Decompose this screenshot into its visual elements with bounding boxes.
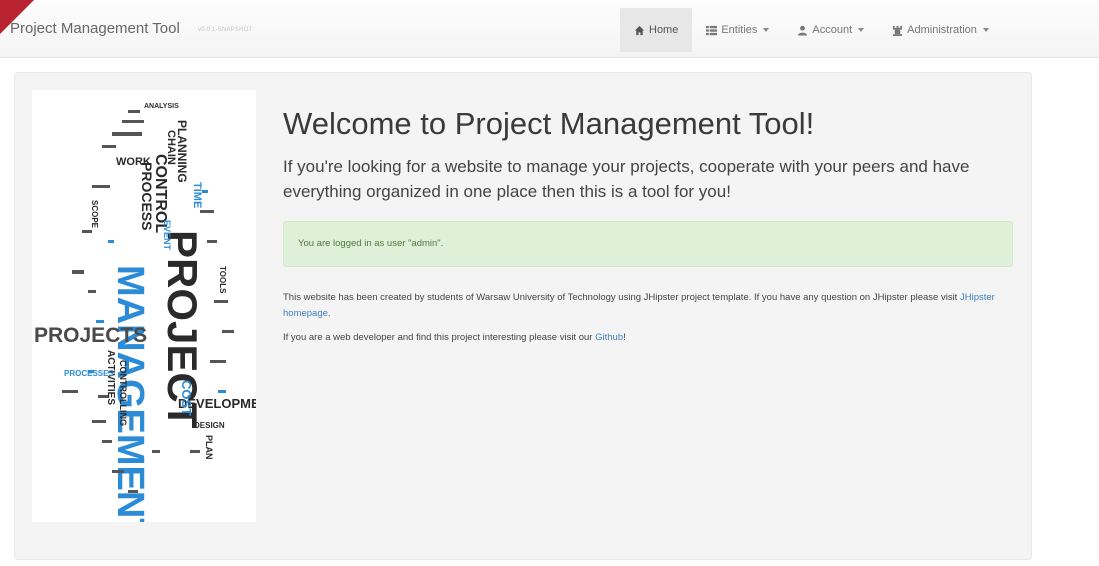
lead-text: If you're looking for a website to manag… — [283, 157, 970, 201]
nav-item-entities[interactable]: Entities — [692, 8, 783, 52]
navbar: Project Management Tool v0.0.1-SNAPSHOT … — [0, 0, 1099, 58]
about-text: This website has been created by student… — [283, 292, 960, 303]
word-tools: TOOLS — [218, 266, 227, 294]
nav-item-label: Administration — [907, 24, 977, 36]
th-list-icon — [706, 25, 718, 36]
home-icon — [634, 25, 645, 36]
word-cost: COST — [179, 380, 194, 416]
word-controlling: CONTROLLING — [118, 360, 128, 426]
chevron-down-icon — [763, 28, 770, 32]
nav-item-label: Home — [649, 24, 679, 36]
word-cloud-graphic: MANAGEMENT PROJECT PROJECTS DEVELOPMENT … — [34, 103, 277, 542]
project-management-word-cloud-image: MANAGEMENT PROJECT PROJECTS DEVELOPMENT … — [32, 90, 277, 542]
tower-icon — [892, 25, 903, 36]
alert-text: You are logged in as user "admin". — [298, 238, 444, 249]
logged-in-alert: You are logged in as user "admin". — [283, 221, 1013, 267]
page-title: Welcome to Project Management Tool! — [283, 106, 815, 141]
nav-item-home[interactable]: Home — [620, 8, 693, 52]
chevron-down-icon — [858, 28, 865, 32]
word-chain: CHAIN — [165, 130, 177, 165]
nav-item-administration[interactable]: Administration — [878, 8, 1003, 52]
github-paragraph: If you are a web developer and find this… — [283, 330, 1023, 346]
about-paragraph: This website has been created by student… — [283, 290, 1023, 322]
word-analysis: ANALYSIS — [144, 103, 179, 110]
about-text-end: . — [327, 308, 331, 319]
github-text: If you are a web developer and find this… — [283, 332, 596, 343]
user-icon — [797, 25, 808, 36]
nav-menu: Home Entities Account Administration — [620, 8, 1003, 52]
nav-item-label: Entities — [721, 24, 758, 36]
word-plan: PLAN — [204, 435, 214, 460]
nav-item-account[interactable]: Account — [783, 8, 878, 52]
github-text-end: ! — [623, 332, 626, 343]
github-link[interactable]: Github — [595, 332, 623, 343]
word-event: EVENT — [162, 220, 172, 251]
word-scope: SCOPE — [90, 200, 99, 229]
word-time: TIME — [191, 182, 203, 208]
brand-name[interactable]: Project Management Tool — [10, 20, 180, 37]
brand-version: v0.0.1-SNAPSHOT — [198, 27, 253, 33]
word-process: PROCESS — [139, 162, 155, 230]
chevron-down-icon — [982, 28, 989, 32]
word-design: DESIGN — [194, 421, 225, 430]
nav-item-label: Account — [812, 24, 853, 36]
word-work: WORK — [116, 156, 151, 168]
word-projects: PROJECTS — [34, 324, 147, 347]
